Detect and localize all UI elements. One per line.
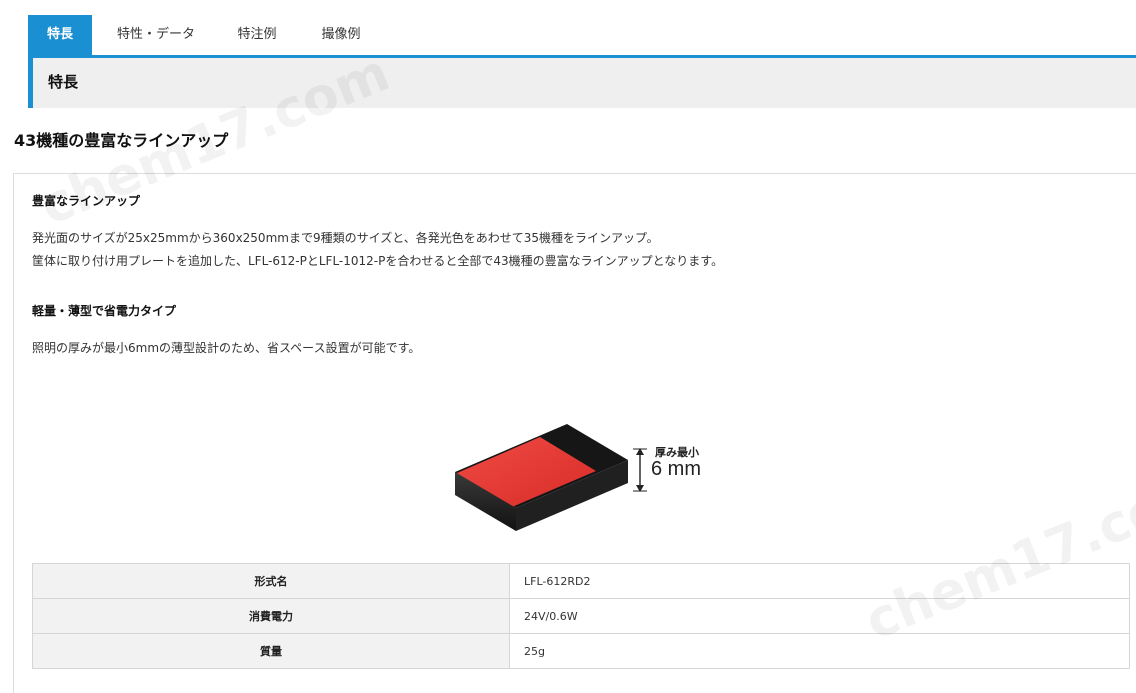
tab-characteristics-data[interactable]: 特性・データ <box>104 15 208 55</box>
tab-imaging-examples[interactable]: 撮像例 <box>308 15 374 55</box>
table-row: 消費電力 24V/0.6W <box>32 598 1130 634</box>
spec-key-power: 消費電力 <box>32 598 510 634</box>
thin-text-1: 照明の厚みが最小6mmの薄型設計のため、省スペース設置が可能です。 <box>32 341 421 355</box>
main-heading: 43機種の豊富なラインアップ <box>14 131 229 150</box>
tab-custom-examples[interactable]: 特注例 <box>224 15 290 55</box>
spec-table: 形式名 LFL-612RD2 消費電力 24V/0.6W 質量 25g <box>32 563 1130 669</box>
table-row: 形式名 LFL-612RD2 <box>32 563 1130 599</box>
lineup-text-1: 発光面のサイズが25x25mmから360x250mmまで9種類のサイズと、各発光… <box>32 231 659 245</box>
thin-title: 軽量・薄型で省電力タイプ <box>32 304 177 318</box>
section-title: 特長 <box>48 73 79 91</box>
table-row: 質量 25g <box>32 633 1130 669</box>
tab-features[interactable]: 特長 <box>28 15 92 55</box>
spec-value-power: 24V/0.6W <box>509 598 1130 634</box>
lineup-title: 豊富なラインアップ <box>32 194 141 208</box>
light-panel-illustration <box>455 424 628 531</box>
spec-value-model: LFL-612RD2 <box>509 563 1130 599</box>
spec-key-mass: 質量 <box>32 633 510 669</box>
section-title-bar: 特長 <box>28 58 1136 108</box>
lineup-text-2: 筐体に取り付け用プレートを追加した、LFL-612-PとLFL-1012-Pを合… <box>32 254 724 268</box>
thickness-arrow-icon <box>633 448 647 492</box>
tab-bar: 特長 特性・データ 特注例 撮像例 <box>28 15 1136 58</box>
spec-value-mass: 25g <box>509 633 1130 669</box>
spec-key-model: 形式名 <box>32 563 510 599</box>
thickness-value: 6 mm <box>651 458 701 480</box>
